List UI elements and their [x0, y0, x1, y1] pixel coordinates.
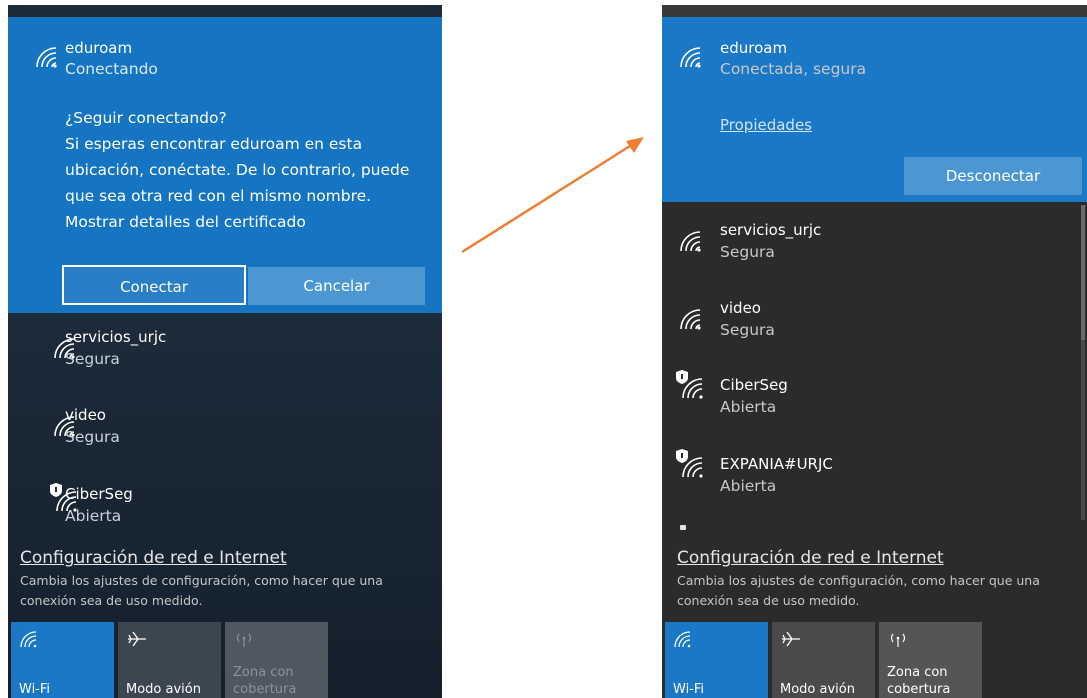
scrollbar-track[interactable]	[1081, 340, 1085, 520]
network-name: video	[720, 299, 761, 317]
tile-label: Zona con cobertura	[887, 664, 950, 698]
top-strip	[8, 5, 442, 17]
network-status: Segura	[720, 321, 775, 339]
continue-connecting-prompt: ¿Seguir conectando? Si esperas encontrar…	[65, 105, 425, 235]
arrow-head	[626, 137, 644, 153]
tile-label-line: Zona con	[233, 665, 294, 680]
network-status: Segura	[65, 428, 120, 446]
wifi-shield-icon	[674, 370, 706, 400]
hotspot-icon	[233, 630, 255, 648]
description-line: conexión sea de uso medido.	[677, 593, 860, 608]
network-settings-link[interactable]: Configuración de red e Internet	[20, 548, 287, 568]
network-flyout-after: eduroam Conectada, segura Propiedades De…	[662, 5, 1087, 698]
tile-label: Wi-Fi	[19, 682, 51, 697]
network-name: CiberSeg	[720, 376, 788, 394]
top-strip	[662, 5, 1087, 17]
tile-label: Modo avión	[126, 682, 201, 697]
network-status: Abierta	[720, 398, 777, 416]
network-status: Abierta	[65, 507, 122, 525]
connect-button[interactable]: Conectar	[62, 265, 246, 305]
network-name: servicios_urjc	[65, 328, 167, 346]
wifi-icon	[678, 229, 706, 253]
selected-network-expanded[interactable]: eduroam Conectada, segura Propiedades De…	[662, 17, 1087, 202]
partially-visible-shield-icon	[680, 525, 686, 530]
network-name: servicios_urjc	[720, 221, 822, 239]
wifi-icon	[19, 630, 41, 648]
tile-label-line: cobertura	[887, 682, 951, 697]
network-name: video	[65, 406, 106, 424]
network-settings-link[interactable]: Configuración de red e Internet	[677, 548, 944, 568]
network-name: eduroam	[720, 39, 788, 57]
airplane-mode-tile[interactable]: Modo avión	[772, 622, 875, 698]
airplane-icon	[780, 630, 802, 648]
tile-label: Zona con cobertura	[233, 664, 296, 698]
network-status: Conectada, segura	[720, 60, 867, 78]
wifi-toggle-tile[interactable]: Wi-Fi	[11, 622, 114, 698]
network-status: Segura	[720, 243, 775, 261]
airplane-mode-tile[interactable]: Modo avión	[118, 622, 221, 698]
wifi-icon	[34, 45, 62, 69]
prompt-line: ubicación, conéctate. De lo contrario, p…	[65, 161, 410, 179]
airplane-icon	[126, 630, 148, 648]
properties-link[interactable]: Propiedades	[720, 116, 812, 134]
network-status: Conectando	[65, 60, 158, 78]
arrow-line	[461, 144, 631, 254]
cancel-button[interactable]: Cancelar	[248, 267, 425, 305]
network-name: CiberSeg	[65, 485, 133, 503]
network-status: Abierta	[720, 477, 777, 495]
network-status: Segura	[65, 350, 120, 368]
wifi-icon	[678, 307, 706, 331]
tile-label: Wi-Fi	[673, 682, 705, 697]
prompt-line: Si esperas encontrar eduroam en esta	[65, 135, 363, 153]
network-name: eduroam	[65, 39, 133, 57]
network-settings-description: Cambia los ajustes de configuración, com…	[20, 571, 410, 611]
tile-label-line: cobertura	[233, 682, 297, 697]
description-line: Cambia los ajustes de configuración, com…	[20, 573, 383, 588]
scrollbar[interactable]	[1081, 205, 1085, 340]
wifi-toggle-tile[interactable]: Wi-Fi	[665, 622, 768, 698]
show-certificate-details-link[interactable]: Mostrar detalles del certificado	[65, 209, 425, 235]
tile-label: Modo avión	[780, 682, 855, 697]
tile-label-line: Zona con	[887, 665, 948, 680]
network-name: EXPANIA#URJC	[720, 455, 833, 473]
network-flyout-before: eduroam Conectando ¿Seguir conectando? S…	[8, 5, 442, 698]
wifi-icon	[678, 45, 706, 69]
selected-network-expanded[interactable]: eduroam Conectando ¿Seguir conectando? S…	[8, 17, 442, 313]
disconnect-button[interactable]: Desconectar	[904, 157, 1082, 195]
wifi-icon	[673, 630, 695, 648]
mobile-hotspot-tile[interactable]: Zona con cobertura	[225, 622, 328, 698]
description-line: conexión sea de uso medido.	[20, 593, 203, 608]
prompt-title: ¿Seguir conectando?	[65, 109, 227, 127]
description-line: Cambia los ajustes de configuración, com…	[677, 573, 1040, 588]
hotspot-icon	[887, 630, 909, 648]
prompt-line: que sea otra red con el mismo nombre.	[65, 187, 372, 205]
mobile-hotspot-tile[interactable]: Zona con cobertura	[879, 622, 982, 698]
wifi-shield-icon	[674, 449, 706, 479]
network-settings-description: Cambia los ajustes de configuración, com…	[677, 571, 1067, 611]
